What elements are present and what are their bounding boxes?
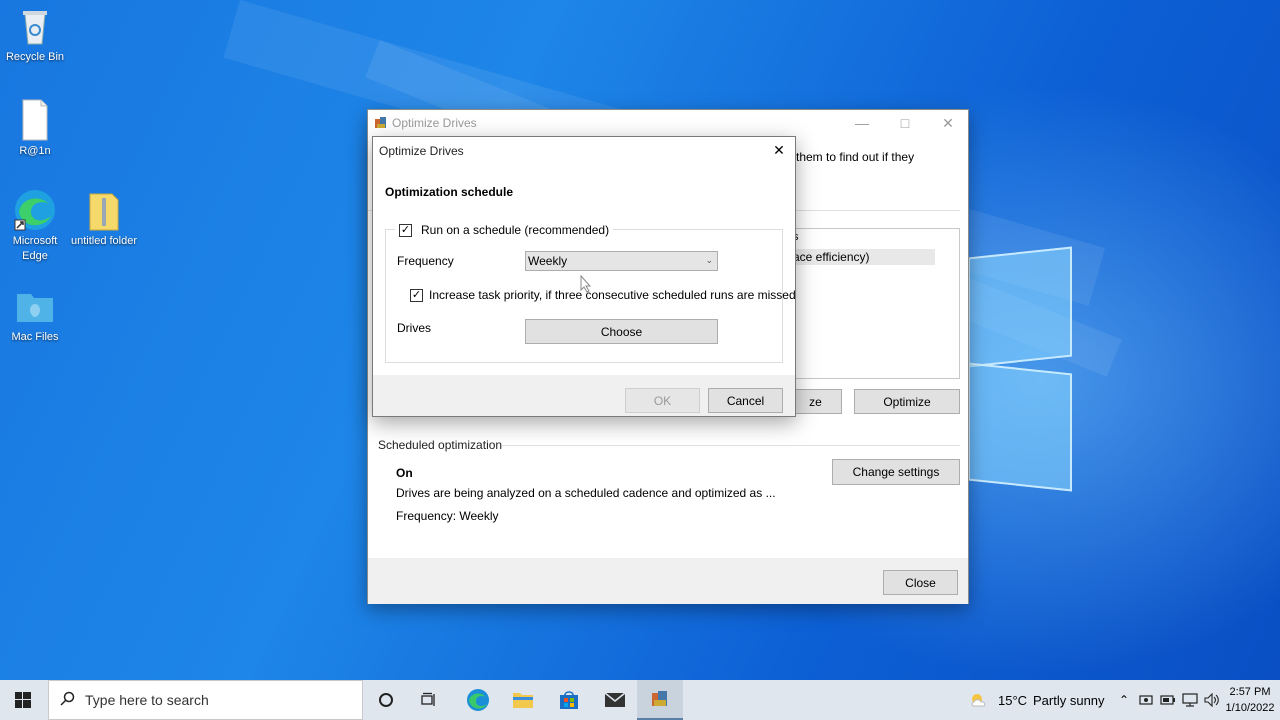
search-icon [59, 691, 75, 710]
defrag-app-icon [374, 116, 388, 130]
ok-button[interactable]: OK [625, 388, 700, 413]
taskbar-file-explorer[interactable] [500, 680, 546, 720]
task-view-icon [421, 692, 435, 706]
clock[interactable]: 2:57 PM 1/10/2022 [1224, 684, 1276, 716]
dialog-title: Optimize Drives [379, 144, 464, 158]
search-placeholder: Type here to search [85, 692, 209, 708]
desktop-icon-label: R@1n [19, 145, 51, 157]
close-window-button[interactable]: ✕ [926, 110, 970, 136]
run-on-schedule-checkbox[interactable]: ✓ [399, 223, 412, 237]
start-button[interactable] [0, 680, 46, 720]
task-view-button[interactable] [408, 680, 452, 720]
maximize-button[interactable]: □ [883, 110, 927, 136]
maximize-icon: □ [900, 115, 910, 131]
folder-icon [13, 284, 57, 328]
desktop-icon-edge[interactable]: Microsoft Edge [0, 188, 70, 264]
list-item-selected[interactable]: ace efficiency) [793, 249, 935, 265]
close-button[interactable]: Close [883, 570, 958, 595]
close-icon: ✕ [773, 141, 785, 158]
clock-date: 1/10/2022 [1225, 702, 1275, 714]
desktop-icon-recycle-bin[interactable]: Recycle Bin [0, 4, 70, 65]
file-explorer-icon [513, 693, 533, 708]
recycle-bin-icon [13, 4, 57, 48]
checkmark-icon: ✓ [411, 288, 422, 301]
schedule-status: On [396, 466, 413, 480]
section-divider [502, 445, 960, 446]
close-icon: ✕ [942, 114, 954, 131]
dialog-heading: Optimization schedule [385, 185, 514, 199]
mouse-cursor [580, 274, 592, 296]
taskbar-edge[interactable] [455, 680, 501, 720]
mail-icon [604, 692, 626, 707]
analyze-button[interactable]: ze [790, 389, 842, 414]
taskbar-optimize-drives[interactable] [637, 680, 683, 720]
zip-folder-icon [82, 188, 126, 232]
checkmark-icon: ✓ [400, 223, 411, 236]
clock-time: 2:57 PM [1229, 686, 1271, 698]
choose-drives-button[interactable]: Choose [525, 319, 718, 344]
increase-priority-label: Increase task priority, if three consecu… [429, 288, 796, 302]
frequency-value: Weekly [528, 254, 568, 268]
minimize-button[interactable]: — [840, 110, 884, 136]
schedule-description: Drives are being analyzed on a scheduled… [396, 486, 776, 500]
cortana-button[interactable] [364, 680, 408, 720]
increase-priority-checkbox[interactable]: ✓ [410, 288, 423, 302]
dialog-content: Optimize Drives ✕ Optimization schedule … [373, 137, 796, 375]
desktop-icon-label: Mac Files [11, 331, 59, 343]
weather-icon[interactable] [966, 680, 992, 720]
minimize-icon: — [855, 115, 869, 131]
defrag-app-icon [652, 691, 667, 706]
increase-priority-row[interactable]: ✓ Increase task priority, if three conse… [410, 288, 796, 302]
edge-browser-icon [13, 188, 57, 232]
volume-icon[interactable] [1202, 680, 1222, 720]
frequency-dropdown[interactable]: Weekly ⌄ [525, 251, 718, 271]
frequency-label: Frequency [397, 254, 454, 268]
taskbar: Type here to search 15°C Partly sunny ⌃ … [0, 680, 1280, 720]
meet-now-icon[interactable] [1136, 680, 1156, 720]
taskbar-store[interactable] [546, 680, 592, 720]
desktop-icon-label: Recycle Bin [5, 51, 65, 63]
show-hidden-icons-button[interactable]: ⌃ [1114, 680, 1134, 720]
desktop-icon-label: Microsoft Edge [12, 235, 58, 262]
taskbar-mail[interactable] [592, 680, 638, 720]
cancel-button[interactable]: Cancel [708, 388, 783, 413]
desktop-icon-mac-files[interactable]: Mac Files [0, 284, 70, 345]
scheduled-section-title: Scheduled optimization [378, 438, 503, 452]
drives-label: Drives [397, 321, 432, 335]
chevron-up-icon: ⌃ [1118, 693, 1130, 707]
network-icon[interactable] [1180, 680, 1200, 720]
window-footer: Close [368, 558, 968, 604]
store-icon [560, 691, 578, 709]
windows-start-icon [15, 692, 31, 708]
drive-list[interactable]: s ace efficiency) [792, 228, 960, 379]
run-on-schedule-label: Run on a schedule (recommended) [421, 223, 610, 237]
change-settings-button[interactable]: Change settings [832, 459, 960, 485]
window-title: Optimize Drives [392, 116, 477, 130]
desktop-icon-untitled-folder[interactable]: untitled folder [69, 188, 139, 249]
battery-icon[interactable] [1158, 680, 1178, 720]
desktop-icon-label: untitled folder [70, 235, 138, 247]
run-on-schedule-row[interactable]: ✓ Run on a schedule (recommended) [395, 222, 614, 238]
desktop-icon-r1n[interactable]: R@1n [0, 98, 70, 159]
document-icon [13, 98, 57, 142]
chevron-down-icon: ⌄ [705, 255, 713, 265]
schedule-frequency: Frequency: Weekly [396, 509, 499, 523]
dialog-close-button[interactable]: ✕ [765, 139, 793, 161]
weather-text[interactable]: Partly sunny [1033, 693, 1105, 708]
description-partial: them to find out if they [796, 150, 915, 164]
windows-logo-wallpaper [968, 240, 1074, 492]
taskbar-search[interactable]: Type here to search [48, 680, 363, 720]
edge-browser-icon [467, 689, 489, 711]
optimize-button[interactable]: Optimize [854, 389, 960, 414]
cortana-icon [379, 693, 393, 707]
weather-temp[interactable]: 15°C [998, 693, 1027, 708]
